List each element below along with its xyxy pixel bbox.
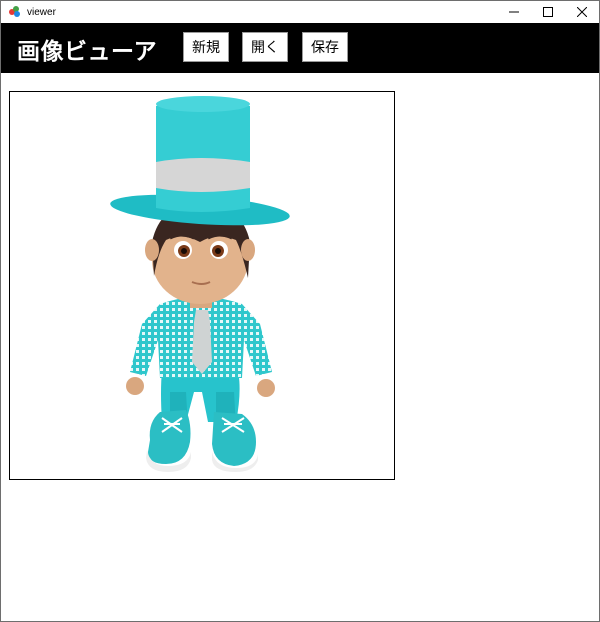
open-button[interactable]: 開く [242,32,288,62]
maximize-icon [543,7,553,17]
toolbar: 画像ビューア 新規 開く 保存 [1,23,599,73]
right-sneaker [212,412,258,472]
close-icon [577,7,587,17]
maximize-button[interactable] [531,1,565,23]
minimize-button[interactable] [497,1,531,23]
image-panel [9,91,395,480]
close-button[interactable] [565,1,599,23]
app-window: viewer 画像ビューア 新規 開く 保存 [0,0,600,622]
app-title: 画像ビューア [17,39,158,65]
title-bar[interactable]: viewer [1,1,599,23]
new-button[interactable]: 新規 [183,32,229,62]
left-sneaker [146,410,191,472]
save-button[interactable]: 保存 [302,32,348,62]
window-controls [497,1,599,23]
avatar-image [110,96,290,472]
minimize-icon [509,11,519,13]
window-title: viewer [27,6,56,18]
app-icon [7,4,23,20]
